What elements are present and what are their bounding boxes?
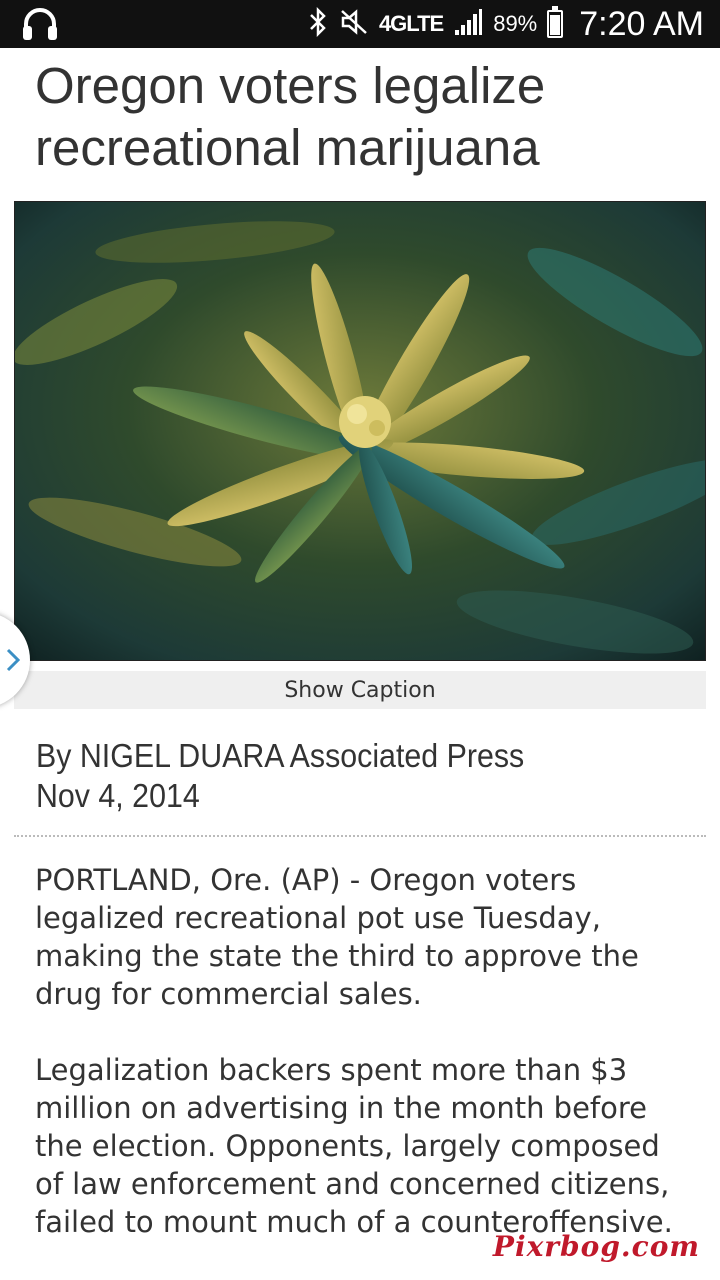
byline-block: By NIGEL DUARA Associated Press Nov 4, 2… [36, 736, 524, 816]
watermark: Pixrbog.com [492, 1230, 700, 1263]
article-title: Oregon voters legalize recreational mari… [35, 57, 546, 176]
battery-icon [547, 6, 564, 38]
battery-percent: 89% [493, 11, 538, 36]
network-type: 4GLTE [378, 11, 444, 36]
divider [14, 835, 706, 837]
show-caption-button[interactable]: Show Caption [14, 671, 706, 709]
clock: 7:20 AM [579, 4, 704, 43]
publish-date: Nov 4, 2014 [36, 777, 200, 814]
byline: By NIGEL DUARA Associated Press [36, 737, 525, 774]
chevron-right-icon [6, 648, 20, 672]
status-bar: 4GLTE 89% 7:20 AM [0, 0, 720, 48]
headphones-icon [20, 6, 60, 42]
bluetooth-icon [307, 6, 329, 42]
signal-icon [453, 8, 483, 41]
mute-icon [339, 8, 369, 41]
paragraph: Legalization backers spent more than $3 … [35, 1053, 673, 1239]
article-body: PORTLAND, Ore. (AP) - Oregon voters lega… [35, 861, 695, 1279]
paragraph: PORTLAND, Ore. (AP) - Oregon voters lega… [35, 863, 639, 1011]
article-photo[interactable] [14, 201, 706, 661]
